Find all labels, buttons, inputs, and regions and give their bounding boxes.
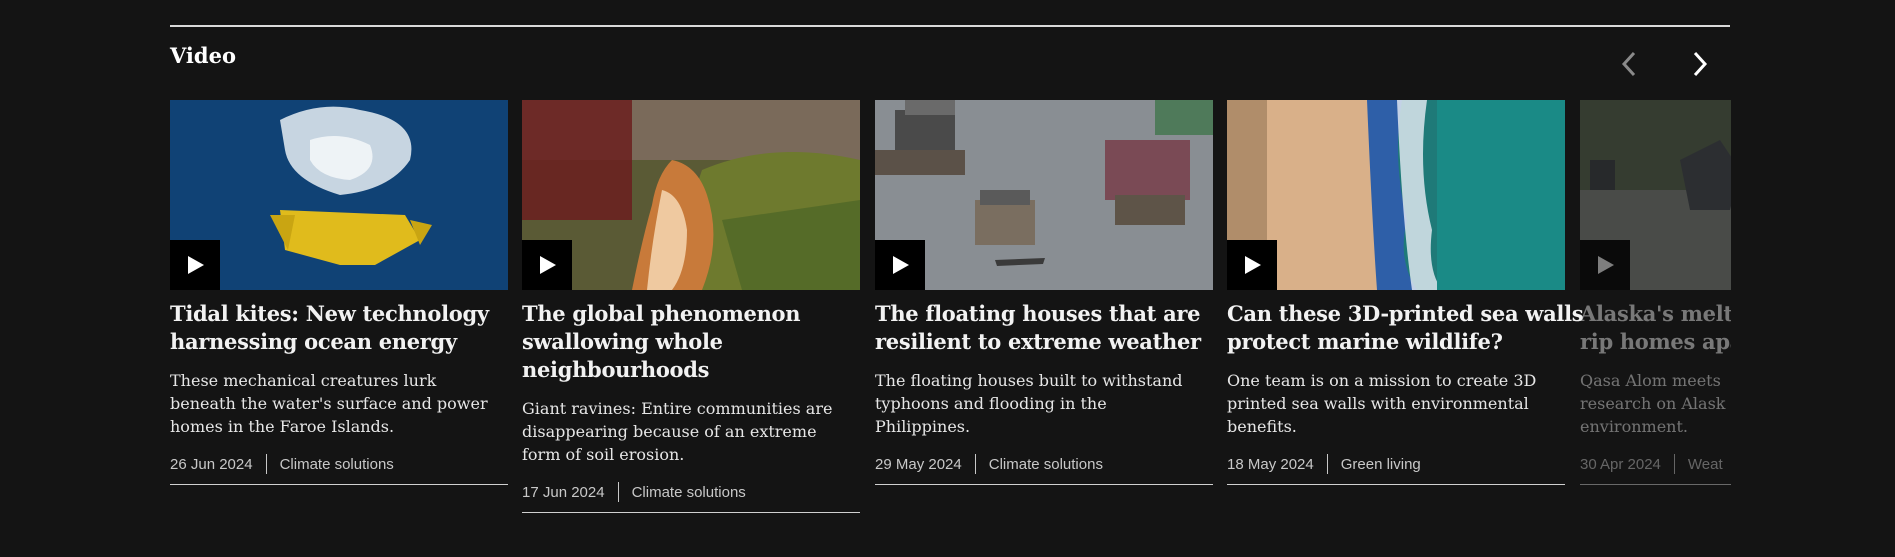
card-meta: 29 May 2024 Climate solutions (875, 454, 1213, 485)
chevron-left-icon (1621, 51, 1636, 77)
summary-line: printed sea walls with environmental (1227, 394, 1529, 413)
card-meta: 30 Apr 2024 Weat (1580, 454, 1731, 485)
card-category[interactable]: Climate solutions (280, 456, 394, 473)
summary-line: research on Alask (1580, 394, 1726, 413)
summary-line: form of soil erosion. (522, 445, 685, 464)
play-icon (540, 256, 556, 274)
thumbnail-image (1227, 100, 1565, 290)
summary-line: homes in the Faroe Islands. (170, 417, 395, 436)
video-thumbnail[interactable] (522, 100, 860, 290)
video-thumbnail[interactable] (170, 100, 508, 290)
card-summary: Qasa Alom meets research on Alask enviro… (1580, 369, 1731, 438)
summary-line: The floating houses built to withstand (875, 371, 1183, 390)
meta-separator (1326, 454, 1328, 474)
video-card[interactable]: Alaska's melti rip homes apa Qasa Alom m… (1580, 100, 1731, 485)
card-category[interactable]: Green living (1341, 456, 1421, 473)
card-category[interactable]: Climate solutions (632, 484, 746, 501)
headline-line: The global phenomenon (522, 301, 801, 326)
video-card[interactable]: The floating houses that are resilient t… (875, 100, 1213, 485)
headline-line: Alaska's melti (1580, 301, 1731, 326)
summary-line: disappearing because of an extreme (522, 422, 817, 441)
summary-line: These mechanical creatures lurk (170, 371, 437, 390)
card-headline[interactable]: The global phenomenon swallowing whole n… (522, 300, 860, 384)
video-card[interactable]: The global phenomenon swallowing whole n… (522, 100, 860, 513)
card-date: 18 May 2024 (1227, 455, 1314, 473)
thumbnail-image (170, 100, 508, 290)
card-date: 29 May 2024 (875, 455, 962, 473)
summary-line: benefits. (1227, 417, 1297, 436)
card-date: 17 Jun 2024 (522, 483, 605, 501)
card-meta: 17 Jun 2024 Climate solutions (522, 482, 860, 513)
video-thumbnail[interactable] (1580, 100, 1731, 290)
play-button[interactable] (1227, 240, 1277, 290)
headline-line: protect marine wildlife? (1227, 329, 1503, 354)
thumbnail-image (522, 100, 860, 290)
card-headline[interactable]: Tidal kites: New technology harnessing o… (170, 300, 508, 356)
summary-line: Giant ravines: Entire communities are (522, 399, 833, 418)
card-category[interactable]: Weat (1688, 456, 1723, 473)
play-button[interactable] (875, 240, 925, 290)
summary-line: One team is on a mission to create 3D (1227, 371, 1537, 390)
video-carousel: Tidal kites: New technology harnessing o… (170, 100, 1731, 540)
card-headline[interactable]: Alaska's melti rip homes apa (1580, 300, 1731, 356)
carousel-next-button[interactable] (1683, 47, 1717, 81)
section-top-rule (170, 25, 1730, 27)
card-summary: Giant ravines: Entire communities are di… (522, 397, 860, 466)
carousel-prev-button[interactable] (1614, 47, 1648, 81)
play-button[interactable] (1580, 240, 1630, 290)
video-card[interactable]: Can these 3D-printed sea walls protect m… (1227, 100, 1584, 485)
headline-line: Can these 3D-printed sea walls (1227, 301, 1584, 326)
card-summary: The floating houses built to withstand t… (875, 369, 1213, 438)
summary-line: Philippines. (875, 417, 971, 436)
summary-line: beneath the water's surface and power (170, 394, 488, 413)
summary-line: environment. (1580, 417, 1688, 436)
card-summary: One team is on a mission to create 3D pr… (1227, 369, 1565, 438)
headline-line: resilient to extreme weather (875, 329, 1201, 354)
section-title[interactable]: Video (170, 43, 236, 68)
headline-line: swallowing whole (522, 329, 723, 354)
summary-line: typhoons and flooding in the (875, 394, 1107, 413)
headline-line: harnessing ocean energy (170, 329, 457, 354)
meta-separator (1673, 454, 1675, 474)
headline-line: neighbourhoods (522, 357, 710, 382)
card-category[interactable]: Climate solutions (989, 456, 1103, 473)
card-date: 26 Jun 2024 (170, 455, 253, 473)
thumbnail-image (875, 100, 1213, 290)
meta-separator (974, 454, 976, 474)
headline-line: The floating houses that are (875, 301, 1201, 326)
card-meta: 26 Jun 2024 Climate solutions (170, 454, 508, 485)
video-thumbnail[interactable] (875, 100, 1213, 290)
headline-line: Tidal kites: New technology (170, 301, 489, 326)
headline-line: rip homes apa (1580, 329, 1731, 354)
card-meta: 18 May 2024 Green living (1227, 454, 1565, 485)
play-icon (1245, 256, 1261, 274)
play-icon (1598, 256, 1614, 274)
play-icon (188, 256, 204, 274)
card-summary: These mechanical creatures lurk beneath … (170, 369, 508, 438)
play-icon (893, 256, 909, 274)
card-headline[interactable]: The floating houses that are resilient t… (875, 300, 1213, 356)
card-date: 30 Apr 2024 (1580, 455, 1661, 473)
chevron-right-icon (1693, 51, 1708, 77)
video-card[interactable]: Tidal kites: New technology harnessing o… (170, 100, 508, 485)
play-button[interactable] (522, 240, 572, 290)
meta-separator (265, 454, 267, 474)
play-button[interactable] (170, 240, 220, 290)
summary-line: Qasa Alom meets (1580, 371, 1721, 390)
card-headline[interactable]: Can these 3D-printed sea walls protect m… (1227, 300, 1584, 356)
meta-separator (617, 482, 619, 502)
video-thumbnail[interactable] (1227, 100, 1565, 290)
